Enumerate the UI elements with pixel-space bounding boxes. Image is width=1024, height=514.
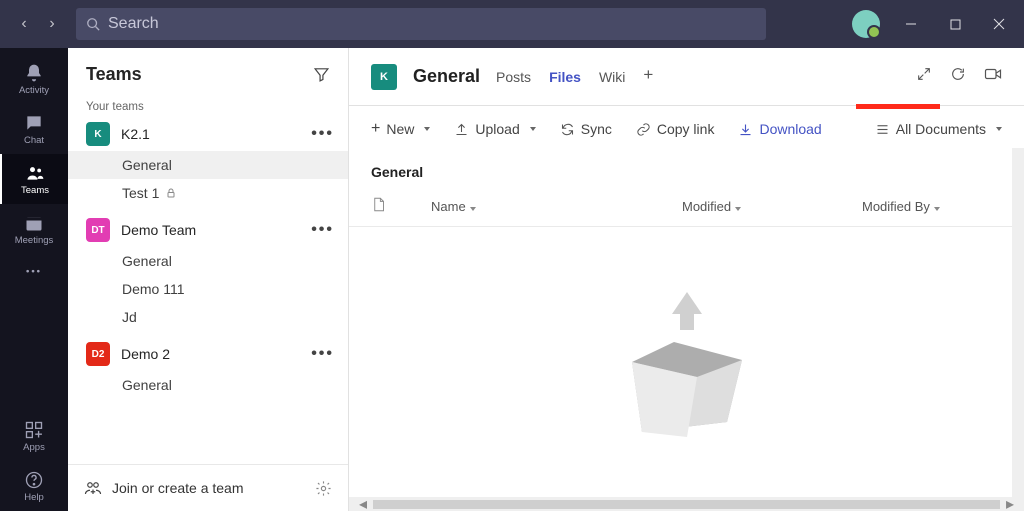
team-row[interactable]: K K2.1 ••• xyxy=(68,117,348,151)
col-modified[interactable]: Modified xyxy=(682,199,862,214)
list-icon xyxy=(875,122,890,137)
download-button[interactable]: Download xyxy=(738,121,821,137)
search-icon xyxy=(86,17,100,31)
apps-icon xyxy=(24,420,44,440)
tab-files[interactable]: Files xyxy=(549,65,581,89)
channel-item[interactable]: Test 1 xyxy=(68,179,348,207)
rail-help[interactable]: Help xyxy=(0,461,68,511)
sync-icon xyxy=(560,122,575,137)
column-headers: Name Modified Modified By xyxy=(349,186,1024,227)
all-documents-button[interactable]: All Documents xyxy=(875,121,1002,137)
chat-icon xyxy=(24,113,44,133)
empty-state xyxy=(349,227,1024,497)
teams-sidebar: Teams Your teams K K2.1 ••• General Test… xyxy=(68,48,349,511)
file-icon xyxy=(371,196,386,213)
team-more-icon[interactable]: ••• xyxy=(311,125,334,143)
sync-button[interactable]: Sync xyxy=(560,121,612,137)
rail-more[interactable]: ••• xyxy=(0,254,68,288)
copy-link-button[interactable]: Copy link xyxy=(636,121,715,137)
team-row[interactable]: D2 Demo 2 ••• xyxy=(68,337,348,371)
scrollbar-horizontal[interactable]: ◂▸ xyxy=(349,497,1024,511)
rail-teams[interactable]: Teams xyxy=(0,154,68,204)
expand-icon[interactable] xyxy=(916,66,932,87)
gear-icon[interactable] xyxy=(315,480,332,497)
upload-button[interactable]: Upload xyxy=(454,121,535,137)
nav-back[interactable]: ‹ xyxy=(14,15,34,33)
channel-item[interactable]: General xyxy=(68,151,348,179)
refresh-icon[interactable] xyxy=(950,66,966,87)
window-close[interactable] xyxy=(986,11,1012,37)
channel-item[interactable]: General xyxy=(68,371,348,399)
annotation-underline xyxy=(856,104,940,109)
download-icon xyxy=(738,122,753,137)
link-icon xyxy=(636,122,651,137)
scrollbar-vertical[interactable] xyxy=(1012,148,1024,497)
user-avatar[interactable] xyxy=(852,10,880,38)
search-input[interactable]: Search xyxy=(76,8,766,40)
rail-chat[interactable]: Chat xyxy=(0,104,68,154)
team-badge: D2 xyxy=(86,342,110,366)
tab-wiki[interactable]: Wiki xyxy=(599,65,625,89)
help-icon xyxy=(24,470,44,490)
your-teams-label: Your teams xyxy=(68,91,348,117)
add-tab-button[interactable]: + xyxy=(643,65,653,89)
nav-forward[interactable]: › xyxy=(42,15,62,33)
rail-apps[interactable]: Apps xyxy=(0,411,68,461)
join-team-button[interactable]: Join or create a team xyxy=(112,480,244,496)
folder-name: General xyxy=(349,152,1024,186)
search-placeholder: Search xyxy=(108,15,159,33)
dots-icon: ••• xyxy=(26,266,42,277)
tab-posts[interactable]: Posts xyxy=(496,65,531,89)
new-button[interactable]: +New xyxy=(371,120,430,138)
bell-icon xyxy=(24,63,44,83)
channel-badge: K xyxy=(371,64,397,90)
meet-icon[interactable] xyxy=(984,66,1002,87)
upload-icon xyxy=(454,122,469,137)
filter-icon[interactable] xyxy=(313,66,330,83)
channel-title: General xyxy=(413,66,480,87)
window-maximize[interactable] xyxy=(942,11,968,37)
channel-item[interactable]: Demo 111 xyxy=(68,275,348,303)
window-minimize[interactable] xyxy=(898,11,924,37)
channel-item[interactable]: General xyxy=(68,247,348,275)
team-badge: K xyxy=(86,122,110,146)
teams-title: Teams xyxy=(86,64,142,85)
lock-icon xyxy=(165,187,177,199)
team-row[interactable]: DT Demo Team ••• xyxy=(68,213,348,247)
channel-item[interactable]: Jd xyxy=(68,303,348,331)
team-more-icon[interactable]: ••• xyxy=(311,345,334,363)
main-content: K General Posts Files Wiki + +New Upload… xyxy=(349,48,1024,511)
rail-meetings[interactable]: Meetings xyxy=(0,204,68,254)
col-modified-by[interactable]: Modified By xyxy=(862,199,1002,214)
team-more-icon[interactable]: ••• xyxy=(311,221,334,239)
teams-icon xyxy=(25,163,45,183)
calendar-icon xyxy=(24,213,44,233)
team-badge: DT xyxy=(86,218,110,242)
col-name[interactable]: Name xyxy=(431,199,682,214)
rail-activity[interactable]: Activity xyxy=(0,54,68,104)
join-team-icon xyxy=(84,479,102,497)
app-rail: Activity Chat Teams Meetings ••• Apps He… xyxy=(0,48,68,511)
